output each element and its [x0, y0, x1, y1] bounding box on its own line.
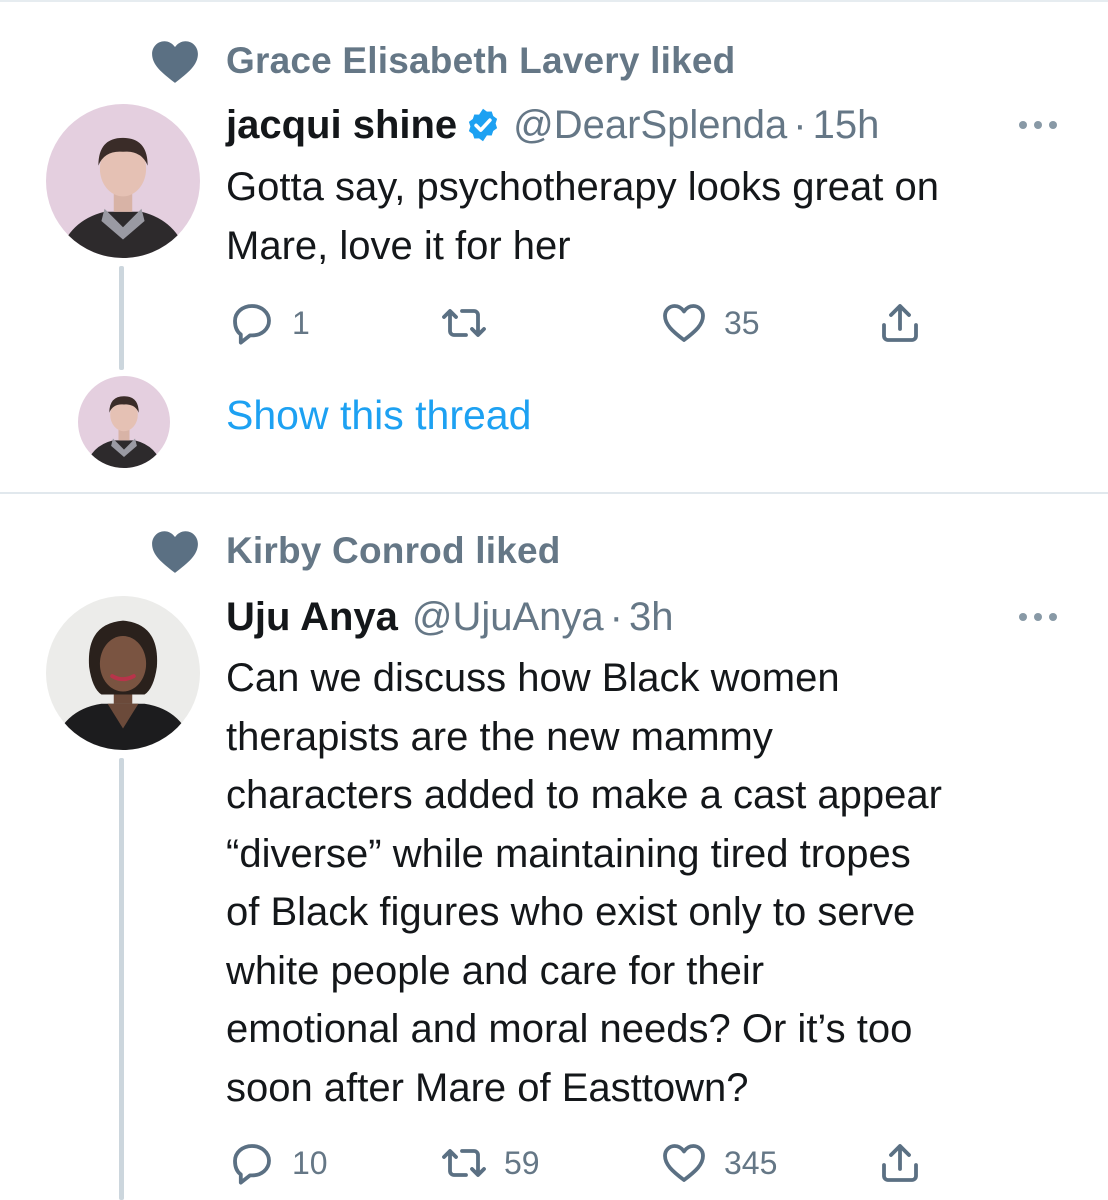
timestamp[interactable]: 3h: [629, 595, 674, 640]
avatar-photo: [78, 376, 170, 468]
like-icon: [663, 1144, 705, 1182]
thread-avatar[interactable]: [78, 376, 170, 468]
retweet-icon: [442, 1149, 486, 1177]
share-button[interactable]: [876, 1138, 924, 1188]
retweet-button[interactable]: [440, 298, 504, 348]
like-count: 35: [724, 304, 760, 341]
reply-icon: [233, 1144, 271, 1185]
verified-badge-icon: [469, 108, 498, 142]
like-count: 345: [724, 1144, 778, 1181]
handle[interactable]: @UjuAnya: [412, 595, 604, 640]
handle[interactable]: @DearSplenda: [513, 103, 787, 148]
tweet-header: Uju Anya @UjuAnya · 3h: [226, 590, 674, 644]
tweet-header: jacqui shine @DearSplenda · 15h: [226, 98, 879, 152]
share-icon: [882, 1144, 918, 1182]
separator-dot: ·: [793, 102, 807, 147]
display-name[interactable]: Uju Anya: [226, 595, 398, 640]
timestamp[interactable]: 15h: [813, 103, 880, 148]
tweet-text: Gotta say, psychotherapy looks great on …: [226, 165, 939, 268]
separator-dot: ·: [609, 594, 623, 639]
avatar-photo: [46, 596, 200, 750]
thread-line: [119, 266, 124, 370]
retweet-icon: [442, 309, 486, 337]
avatar[interactable]: [46, 596, 200, 750]
tweet-divider: [0, 492, 1108, 494]
like-button[interactable]: 35: [660, 298, 760, 348]
display-name[interactable]: jacqui shine: [226, 103, 457, 148]
retweet-count: 59: [504, 1144, 540, 1181]
heart-icon: [152, 41, 198, 83]
avatar[interactable]: [46, 104, 200, 258]
more-options-icon[interactable]: [1016, 610, 1060, 624]
reply-button[interactable]: 1: [228, 298, 310, 348]
social-context-label: Kirby Conrod liked: [226, 530, 561, 571]
more-options-icon[interactable]: [1016, 118, 1060, 132]
show-thread-link[interactable]: Show this thread: [226, 392, 531, 439]
like-button[interactable]: 345: [660, 1138, 777, 1188]
reply-count: 1: [292, 304, 310, 341]
social-context: Kirby Conrod liked: [150, 526, 561, 576]
retweet-button[interactable]: 59: [440, 1138, 540, 1188]
reply-count: 10: [292, 1144, 328, 1181]
reply-button[interactable]: 10: [228, 1138, 328, 1188]
share-icon: [882, 304, 918, 342]
tweet-text: Can we discuss how Black women therapist…: [226, 656, 942, 1110]
share-button[interactable]: [876, 298, 924, 348]
reply-icon: [233, 304, 271, 345]
heart-icon: [152, 531, 198, 573]
top-rule: [0, 0, 1108, 2]
avatar-photo: [46, 104, 200, 258]
social-context: Grace Elisabeth Lavery liked: [150, 36, 735, 86]
social-context-label: Grace Elisabeth Lavery liked: [226, 40, 736, 81]
thread-line: [119, 758, 124, 1200]
like-icon: [663, 304, 705, 342]
